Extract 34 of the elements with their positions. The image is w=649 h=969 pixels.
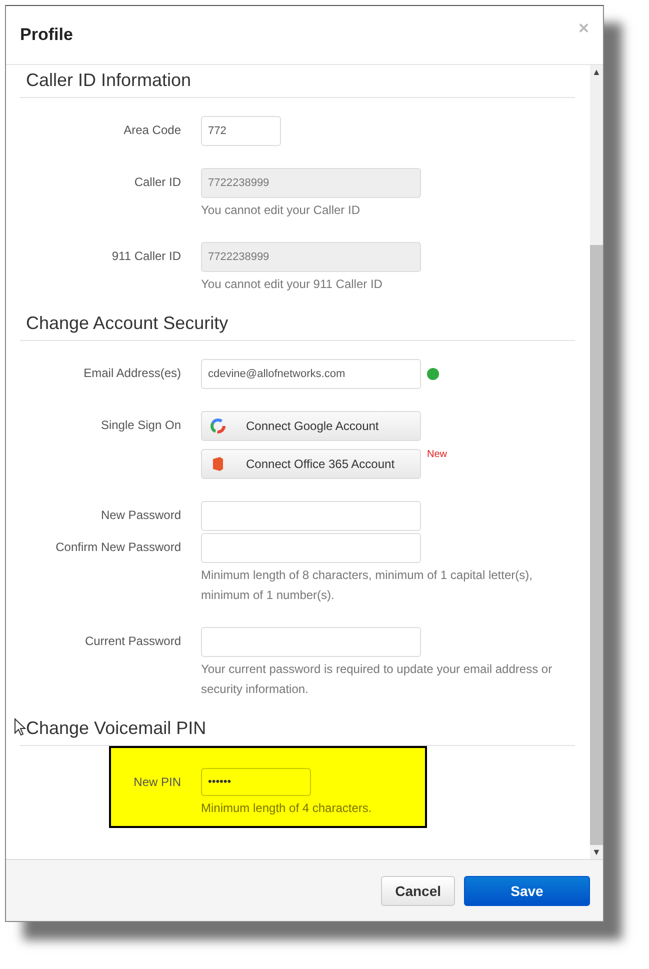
- field-label: New Password: [100, 507, 181, 524]
- section-heading: Caller ID Information: [20, 65, 575, 98]
- scroll-up-arrow[interactable]: ▲: [592, 65, 601, 79]
- field-label: New PIN: [132, 774, 181, 791]
- save-button[interactable]: Save: [464, 876, 590, 906]
- office-icon: [210, 456, 226, 472]
- field-label: 911 Caller ID: [110, 248, 181, 265]
- field-hint: Your current password is required to update your email address or security information.: [201, 661, 554, 698]
- password-field[interactable]: ••••••: [201, 768, 311, 796]
- field-label: Area Code: [122, 122, 181, 139]
- input-field[interactable]: 772: [201, 116, 281, 146]
- scroll-down-arrow[interactable]: ▼: [592, 845, 601, 859]
- password-field[interactable]: [201, 533, 421, 563]
- field-label: Caller ID: [133, 174, 181, 191]
- connect-button[interactable]: Connect Office 365 Account: [201, 449, 421, 479]
- field-hint: You cannot edit your 911 Caller ID: [201, 276, 384, 293]
- field-hint: You cannot edit your Caller ID: [201, 202, 361, 219]
- scrollbar[interactable]: ▲ ▼: [590, 65, 603, 859]
- field-label: Single Sign On: [100, 417, 181, 434]
- password-field[interactable]: [201, 501, 421, 531]
- cancel-button[interactable]: Cancel: [381, 876, 455, 906]
- section-heading: Change Account Security: [20, 308, 575, 341]
- password-field[interactable]: [201, 627, 421, 657]
- google-icon: [210, 418, 226, 434]
- cursor-icon: [14, 718, 26, 736]
- new-label: New: [427, 449, 448, 460]
- input-field[interactable]: cdevine@allofnetworks.com: [201, 359, 421, 389]
- field-label: Current Password: [84, 633, 181, 650]
- dialog-title: Profile: [20, 25, 73, 45]
- field-hint: Minimum length of 4 characters.: [201, 800, 373, 817]
- field-hint: Minimum length of 8 characters, minimum of 1 capital letter(s), minimum of 1 number(s).: [201, 567, 534, 604]
- connect-button[interactable]: Connect Google Account: [201, 411, 421, 441]
- field-label: Confirm New Password: [54, 539, 181, 556]
- field-label: Email Address(es): [82, 365, 181, 382]
